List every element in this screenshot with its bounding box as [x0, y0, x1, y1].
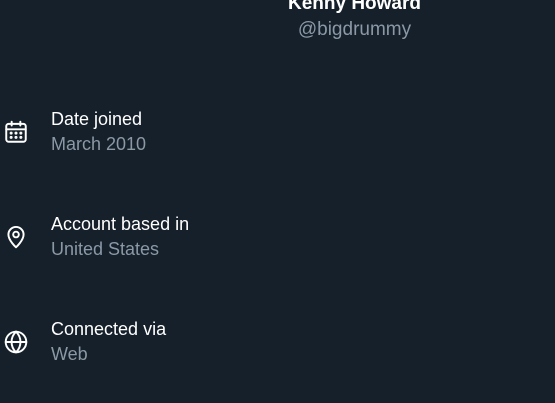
globe-icon [3, 329, 29, 355]
info-label-date-joined: Date joined [51, 109, 143, 129]
about-account-page: Kenny Howard @bigdrummy Date joined Marc… [0, 0, 555, 403]
location-pin-icon [3, 224, 29, 250]
info-row-connected-via: Connected via Web [0, 314, 555, 374]
info-value-date-joined: March 2010 [51, 134, 147, 154]
calendar-icon [3, 119, 29, 145]
profile-name: Kenny Howard [287, 0, 422, 14]
info-label-account-based-in: Account based in [51, 214, 190, 234]
info-value-account-based-in: United States [51, 239, 160, 259]
profile-handle: @bigdrummy [297, 19, 412, 40]
info-value-connected-via: Web [51, 344, 88, 364]
info-row-date-joined: Date joined March 2010 [0, 104, 555, 164]
info-label-connected-via: Connected via [51, 319, 167, 339]
info-row-account-based-in: Account based in United States [0, 209, 555, 269]
